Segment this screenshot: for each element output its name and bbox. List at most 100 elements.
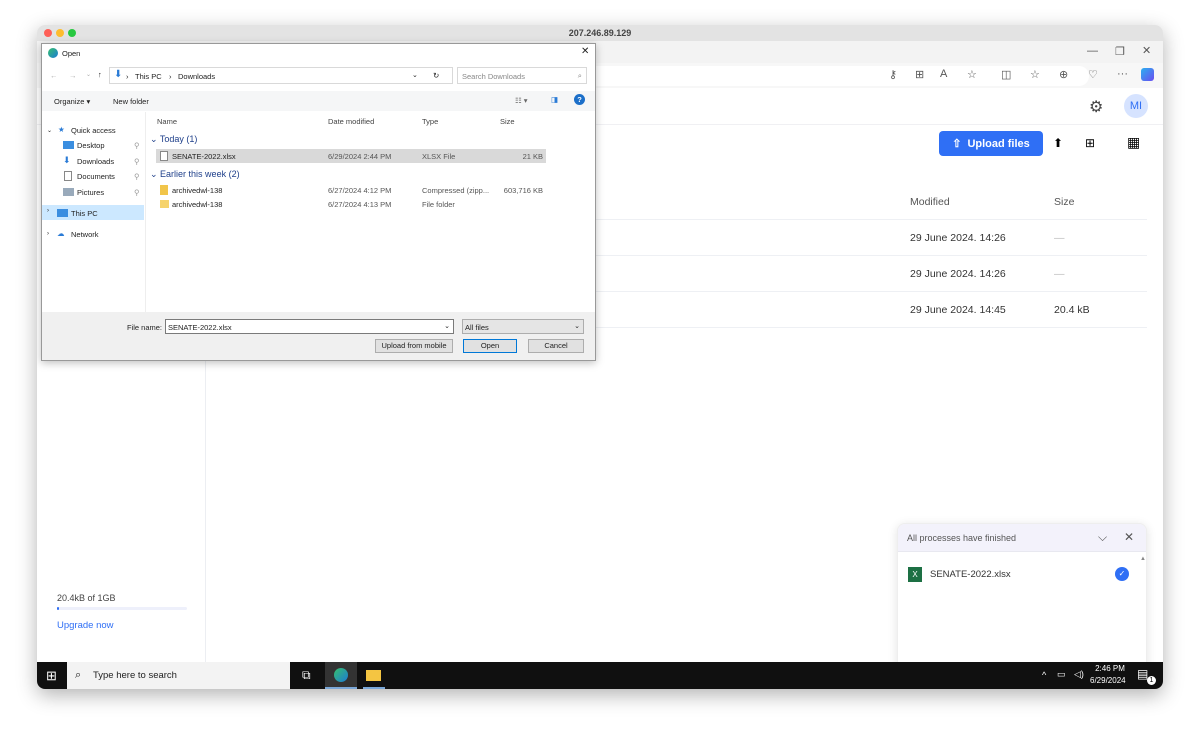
preview-pane-icon[interactable]: ◨ <box>551 95 558 104</box>
upload-from-mobile-button[interactable]: Upload from mobile <box>375 339 453 353</box>
favorites-icon[interactable]: ☆ <box>1030 68 1040 81</box>
breadcrumb-downloads[interactable]: Downloads <box>178 72 215 81</box>
file-date: 6/27/2024 4:13 PM <box>328 200 392 209</box>
column-date-modified[interactable]: Date modified <box>328 117 374 126</box>
file-name-input[interactable]: SENATE-2022.xlsx ⌄ <box>165 319 454 334</box>
edge-taskbar-button[interactable] <box>325 662 357 689</box>
pin-icon: ⚲ <box>134 141 140 150</box>
collections-icon[interactable]: ⊕ <box>1059 68 1068 81</box>
health-icon[interactable]: ♡ <box>1088 68 1098 81</box>
clock-time[interactable]: 2:46 PM <box>1095 664 1125 673</box>
column-size[interactable]: Size <box>1054 196 1074 208</box>
clock-date[interactable]: 6/29/2024 <box>1090 676 1126 685</box>
upload-folder-icon[interactable]: ⬆ <box>1053 136 1063 150</box>
file-type-filter[interactable]: All files ⌄ <box>462 319 584 334</box>
close-icon[interactable]: ✕ <box>581 46 589 57</box>
refresh-icon[interactable]: ↻ <box>433 71 439 80</box>
open-button[interactable]: Open <box>463 339 517 353</box>
pin-icon: ⚲ <box>134 157 140 166</box>
notification-count: 1 <box>1147 676 1156 685</box>
windows-start-icon[interactable]: ⊞ <box>46 668 57 684</box>
file-row[interactable]: archivedwl-138 6/27/2024 4:12 PM Compres… <box>156 183 546 197</box>
settings-gear-icon[interactable]: ⚙ <box>1089 97 1103 117</box>
upload-files-button[interactable]: ⇧ Upload files <box>939 131 1043 156</box>
group-label: Earlier this week (2) <box>160 169 240 179</box>
pin-icon: ⚲ <box>134 188 140 197</box>
breadcrumb-this-pc[interactable]: This PC <box>135 72 162 81</box>
file-explorer-taskbar-button[interactable] <box>363 662 385 689</box>
restore-icon[interactable]: ❐ <box>1115 45 1125 58</box>
cancel-button[interactable]: Cancel <box>528 339 584 353</box>
file-type: XLSX File <box>422 152 456 161</box>
nav-this-pc[interactable]: › This PC <box>42 205 144 220</box>
desktop-icon <box>63 141 74 149</box>
nav-downloads[interactable]: Downloads <box>77 157 114 166</box>
organize-menu[interactable]: Organize ▾ <box>54 97 90 106</box>
file-row-selected[interactable]: SENATE-2022.xlsx 6/29/2024 2:44 PM XLSX … <box>156 149 546 163</box>
volume-icon[interactable]: ◁) <box>1074 669 1084 680</box>
avatar[interactable]: MI <box>1124 94 1148 118</box>
more-icon[interactable]: ··· <box>1117 68 1128 80</box>
forward-icon[interactable]: → <box>69 71 77 80</box>
windows-taskbar: ⊞ ⌕ Type here to search ⧉ ^ ▭ ◁) 2:46 PM … <box>37 662 1163 689</box>
new-folder-icon[interactable]: ⊞ <box>1085 136 1095 150</box>
chevron-down-icon: ⌄ <box>444 323 450 330</box>
close-window-button[interactable] <box>44 29 52 37</box>
group-earlier-this-week[interactable]: ⌄ Earlier this week (2) <box>150 169 240 180</box>
row-size: — <box>1054 232 1065 244</box>
chevron-down-icon[interactable]: ⌄ <box>412 71 418 79</box>
apps-icon[interactable]: ⊞ <box>915 68 924 81</box>
close-icon[interactable]: ✕ <box>1142 44 1151 57</box>
file-name-value: SENATE-2022.xlsx <box>168 323 232 332</box>
key-icon[interactable]: ⚷ <box>889 68 897 81</box>
scroll-up-icon[interactable]: ▲ <box>1140 556 1146 562</box>
nav-documents[interactable]: Documents <box>77 172 115 181</box>
file-date: 6/29/2024 2:44 PM <box>328 152 392 161</box>
favorite-star-icon[interactable]: ☆ <box>967 68 977 81</box>
taskbar-search-input[interactable]: ⌕ Type here to search <box>67 662 290 689</box>
copilot-icon[interactable] <box>1141 68 1154 81</box>
grid-view-icon[interactable]: ▦ <box>1127 134 1140 151</box>
group-label: Today (1) <box>159 134 198 144</box>
nav-pictures[interactable]: Pictures <box>77 188 104 197</box>
upgrade-now-link[interactable]: Upgrade now <box>57 620 114 631</box>
up-icon[interactable]: ↑ <box>98 70 102 79</box>
filter-value: All files <box>465 323 489 332</box>
file-date: 6/27/2024 4:12 PM <box>328 186 392 195</box>
computer-icon <box>57 209 68 217</box>
dialog-title: Open <box>62 49 81 58</box>
search-placeholder: Search Downloads <box>462 72 525 81</box>
minimize-window-button[interactable] <box>56 29 64 37</box>
column-size[interactable]: Size <box>500 117 515 126</box>
recent-chevron-icon[interactable]: ⌄ <box>86 71 91 78</box>
nav-network[interactable]: Network <box>71 230 99 239</box>
dialog-toolbar: Organize ▾ New folder ☷ ▾ ◨ ? <box>42 91 595 111</box>
collapse-chevron-icon[interactable]: ⌵ <box>1098 530 1107 545</box>
column-type[interactable]: Type <box>422 117 438 126</box>
nav-desktop[interactable]: Desktop <box>77 141 105 150</box>
new-folder-button[interactable]: New folder <box>113 97 149 106</box>
read-aloud-icon[interactable]: A <box>940 68 947 80</box>
help-icon[interactable]: ? <box>574 94 585 105</box>
nav-quick-access[interactable]: Quick access <box>71 126 116 135</box>
network-icon[interactable]: ▭ <box>1057 669 1066 680</box>
search-downloads-input[interactable]: Search Downloads ⌕ <box>457 67 587 84</box>
file-row[interactable]: archivedwl-138 6/27/2024 4:13 PM File fo… <box>156 197 546 211</box>
zip-folder-icon <box>160 185 168 195</box>
zoom-window-button[interactable] <box>68 29 76 37</box>
column-modified[interactable]: Modified <box>910 196 950 208</box>
view-options-icon[interactable]: ☷ ▾ <box>515 96 528 105</box>
address-input[interactable] <box>577 66 1089 86</box>
column-name[interactable]: Name <box>157 117 177 126</box>
close-icon[interactable]: ✕ <box>1124 530 1134 544</box>
task-view-icon[interactable]: ⧉ <box>302 668 311 683</box>
address-breadcrumb[interactable]: ⬇ › This PC › Downloads ⌄ ↻ <box>109 67 453 84</box>
group-today[interactable]: ⌄ Today (1) <box>150 134 197 145</box>
back-icon[interactable]: ← <box>50 71 58 80</box>
tray-chevron-icon[interactable]: ^ <box>1042 670 1046 680</box>
pin-icon: ⚲ <box>134 172 140 181</box>
file-name-label: File name: <box>127 323 163 332</box>
downloads-arrow-icon: ⬇ <box>114 69 123 80</box>
split-screen-icon[interactable]: ◫ <box>1001 68 1011 81</box>
minimize-icon[interactable]: — <box>1087 45 1098 57</box>
